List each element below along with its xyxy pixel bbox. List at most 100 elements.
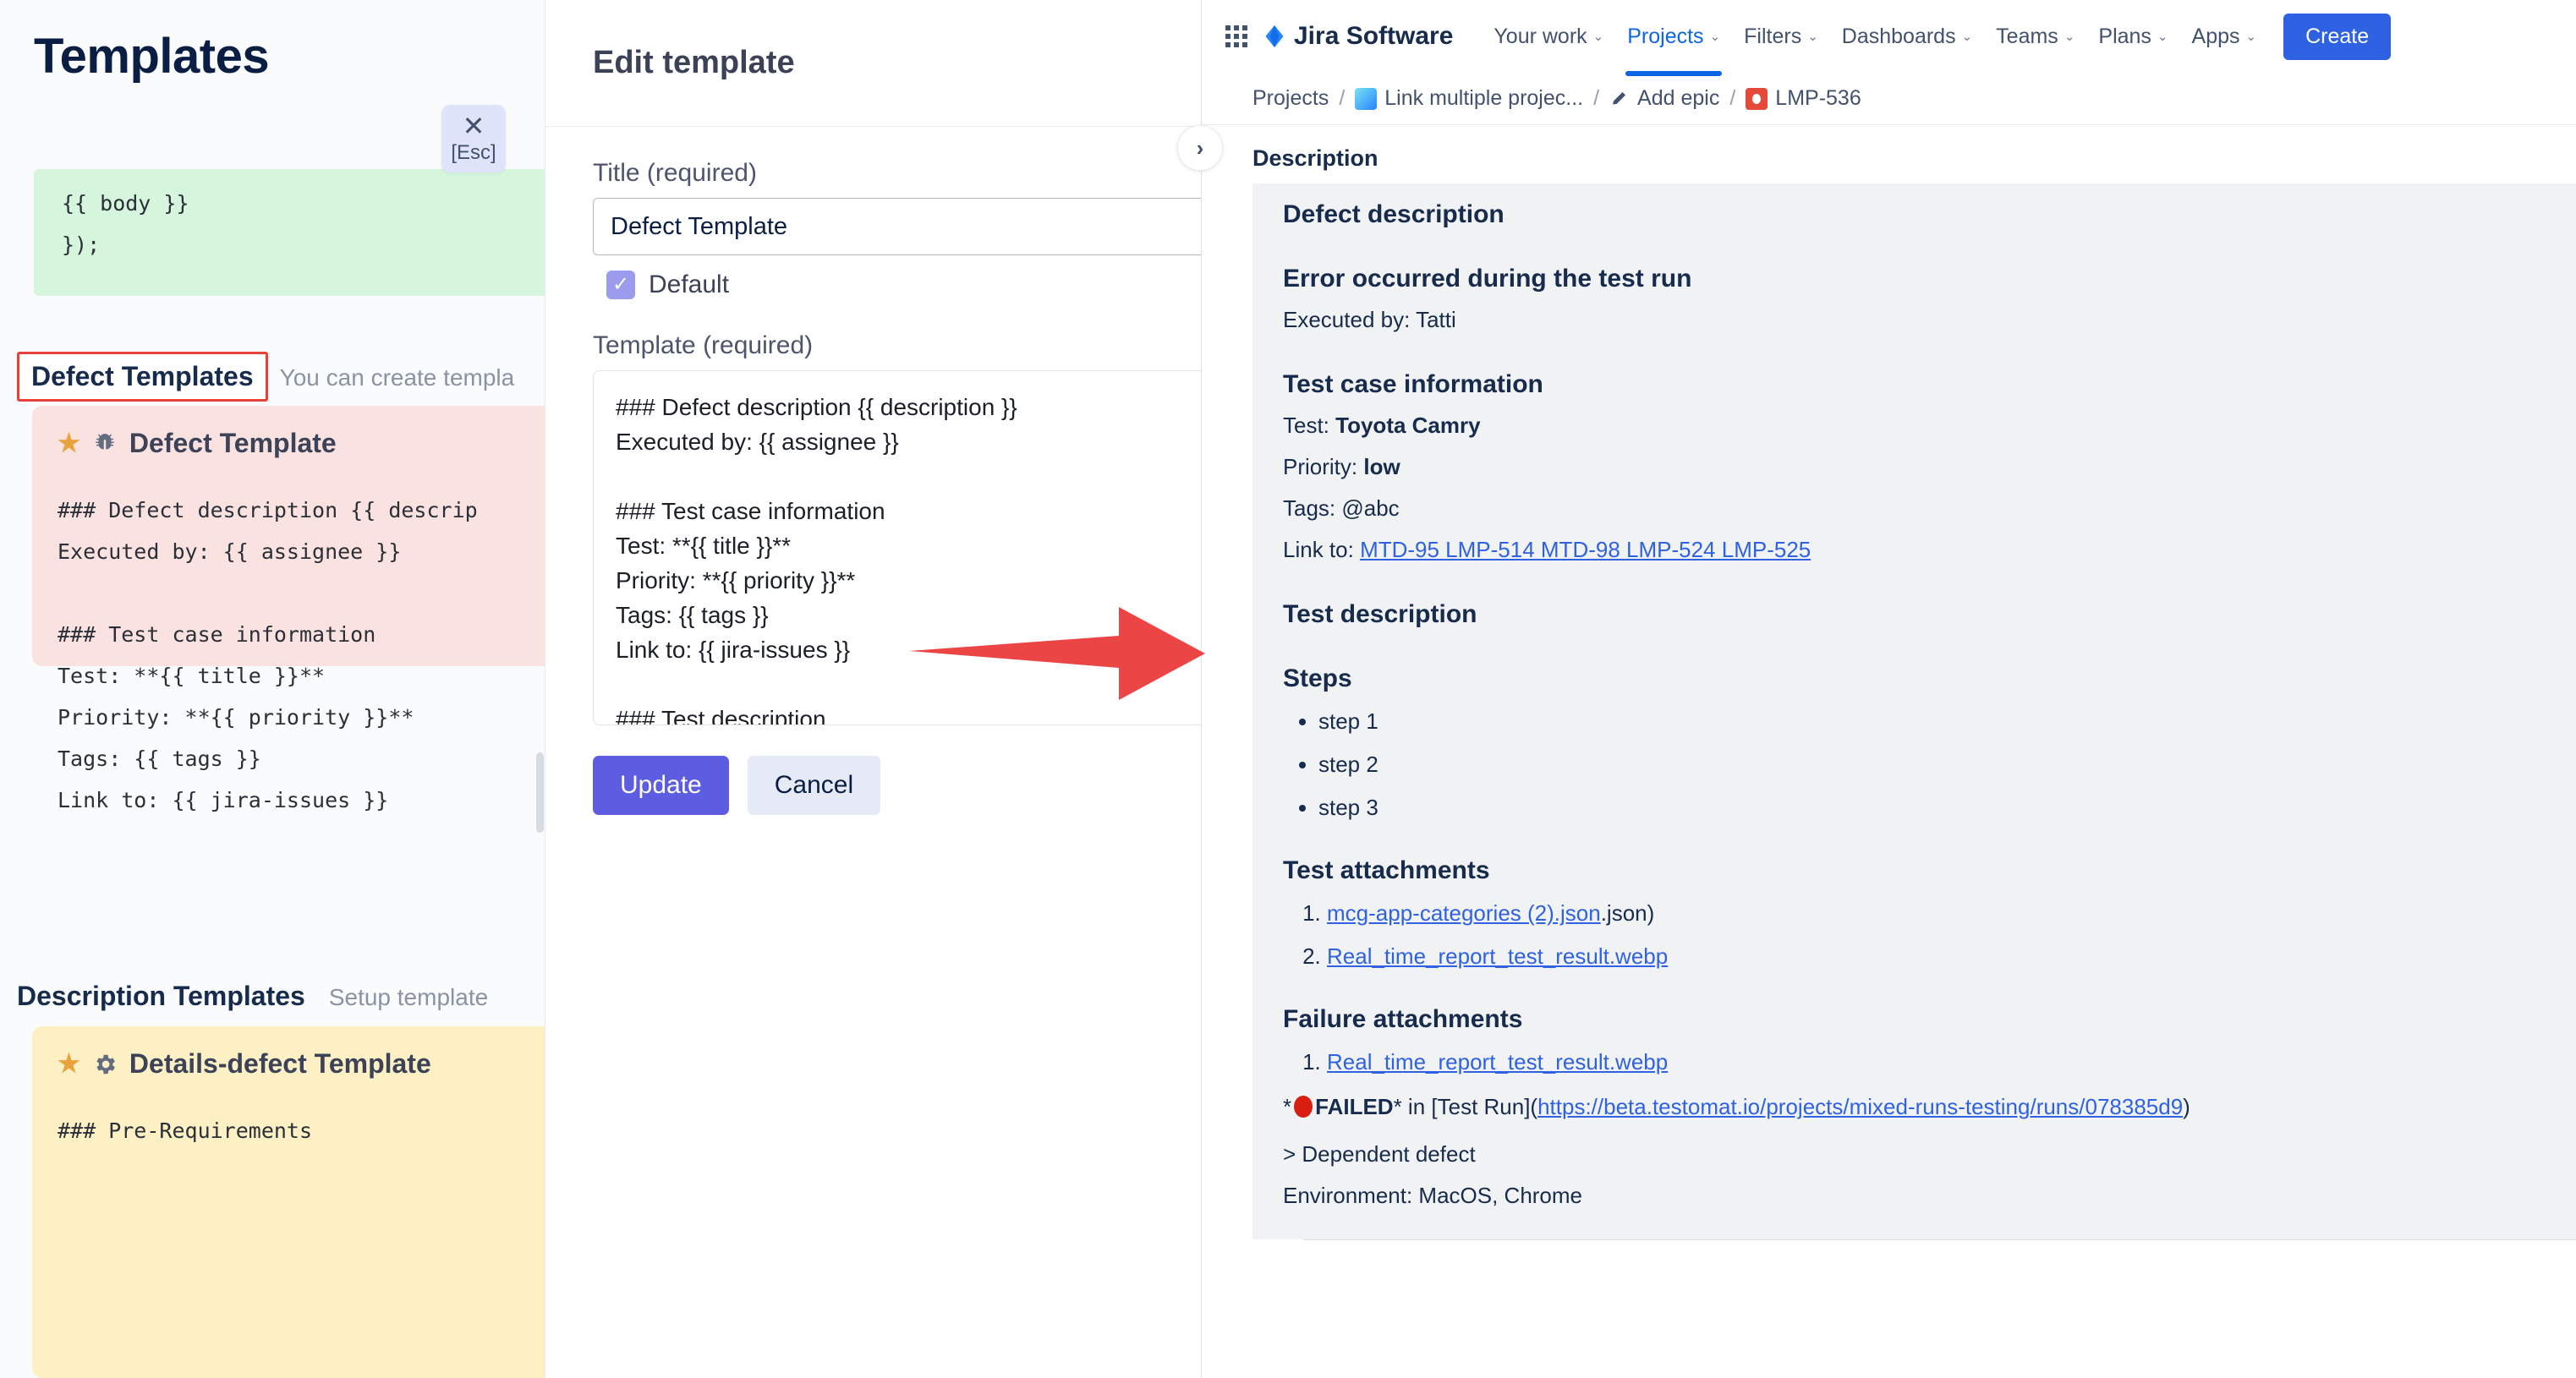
breadcrumb-epic[interactable]: Add epic: [1609, 86, 1719, 111]
gear-icon: [92, 1052, 118, 1077]
dependent-defect-line: > Dependent defect: [1283, 1140, 1476, 1167]
nav-apps[interactable]: Apps ⌄: [2180, 16, 2269, 57]
nav-your-work[interactable]: Your work ⌄: [1482, 16, 1615, 57]
list-item: step 3: [1318, 795, 2546, 821]
list-item: step 1: [1318, 708, 2546, 735]
red-circle-icon: [1294, 1096, 1313, 1118]
edit-template-title: Edit template: [593, 45, 795, 80]
details-defect-template-card[interactable]: ★ Details-defect Template ### Pre-Requir…: [32, 1026, 545, 1378]
details-template-card-header: ★ Details-defect Template: [58, 1048, 519, 1080]
environment-line: Environment: MacOS, Chrome: [1283, 1182, 1583, 1208]
failure-attachments-list: Real_time_report_test_result.webp: [1327, 1049, 2546, 1075]
form-actions: Update Cancel: [593, 756, 1201, 815]
annotation-arrow: [909, 607, 1205, 700]
list-item: Real_time_report_test_result.webp: [1327, 943, 2546, 970]
list-item: mcg-app-categories (2).json.json): [1327, 900, 2546, 927]
details-template-card-body: ### Pre-Requirements: [58, 1118, 313, 1143]
breadcrumb-separator: /: [1593, 86, 1600, 110]
test-run-url-link[interactable]: https://beta.testomat.io/projects/mixed-…: [1537, 1094, 2183, 1119]
failed-mid: * in [Test Run](: [1393, 1094, 1538, 1120]
nav-label: Filters: [1744, 24, 1802, 48]
test-attachments-list: mcg-app-categories (2).json.json) Real_t…: [1327, 900, 2546, 970]
chevron-down-icon: ⌄: [1592, 30, 1604, 44]
chevron-down-icon: ⌄: [1709, 30, 1721, 44]
list-item: Real_time_report_test_result.webp: [1327, 1049, 2546, 1075]
test-label: Test:: [1283, 413, 1336, 439]
attachment-link[interactable]: Real_time_report_test_result.webp: [1327, 943, 1668, 969]
list-item: step 2: [1318, 752, 2546, 778]
project-avatar-icon: [1355, 87, 1378, 110]
heading-test-attachments: Test attachments: [1283, 856, 1490, 885]
description-templates-subtitle[interactable]: Setup template: [329, 984, 488, 1011]
templates-panel: Templates {{ body }} }); Defect Template…: [0, 0, 545, 1378]
edit-template-header: Edit template: [545, 0, 1201, 127]
attachment-link[interactable]: Real_time_report_test_result.webp: [1327, 1049, 1668, 1075]
failed-suffix: ): [2183, 1094, 2190, 1120]
details-template-card-title: Details-defect Template: [129, 1048, 431, 1079]
star-icon[interactable]: ★: [58, 1051, 80, 1077]
jira-logo[interactable]: Jira Software: [1263, 22, 1453, 51]
breadcrumb-issue-key: LMP-536: [1775, 86, 1861, 110]
nav-label: Dashboards: [1841, 24, 1956, 48]
breadcrumb-project[interactable]: Link multiple projec...: [1355, 86, 1583, 111]
priority-line: Priority: low: [1283, 452, 2546, 482]
pencil-icon: [1613, 91, 1626, 104]
nav-label: Projects: [1627, 24, 1704, 48]
close-icon: ✕: [462, 111, 485, 141]
breadcrumb-separator: /: [1729, 86, 1736, 110]
link-to-line: Link to: MTD-95 LMP-514 MTD-98 LMP-524 L…: [1283, 535, 2546, 565]
screenshot-root: Templates {{ body }} }); Defect Template…: [0, 0, 2576, 1378]
defect-template-card[interactable]: ★ Defect Template ### Defect description…: [32, 406, 545, 812]
chevron-down-icon: ⌄: [2064, 30, 2075, 44]
test-value: Toyota Camry: [1335, 413, 1481, 439]
jira-top-nav: Jira Software Your work ⌄ Projects ⌄ Fil…: [1202, 0, 2576, 76]
template-field-label: Template (required): [593, 331, 814, 359]
nav-projects[interactable]: Projects ⌄: [1615, 16, 1732, 76]
priority-value: low: [1363, 454, 1400, 480]
left-panel-scrollbar[interactable]: [536, 752, 544, 833]
breadcrumb: Projects / Link multiple projec... / Add…: [1202, 73, 2576, 125]
defect-template-card-header: ★ Defect Template: [58, 428, 519, 459]
default-checkbox-label: Default: [649, 271, 730, 298]
chevron-down-icon: ⌄: [1807, 30, 1818, 44]
app-switcher-grid-icon[interactable]: [1225, 25, 1247, 47]
description-body[interactable]: Defect description Error occurred during…: [1252, 183, 2576, 1239]
default-checkbox-row[interactable]: ✓ Default: [606, 271, 1201, 299]
create-button[interactable]: Create: [2283, 13, 2392, 60]
jira-panel: Jira Software Your work ⌄ Projects ⌄ Fil…: [1201, 0, 2576, 1378]
page-title: Templates: [34, 29, 270, 84]
chevron-down-icon: ⌄: [2245, 30, 2257, 44]
chevron-down-icon: ⌄: [1961, 30, 1973, 44]
breadcrumb-projects[interactable]: Projects: [1252, 86, 1329, 111]
breadcrumb-issue[interactable]: LMP-536: [1746, 86, 1861, 111]
default-checkbox[interactable]: ✓: [606, 271, 635, 299]
heading-test-case-information: Test case information: [1283, 370, 1543, 399]
nav-teams[interactable]: Teams ⌄: [1984, 16, 2086, 57]
expand-panel-chevron-right-icon[interactable]: ›: [1177, 125, 1223, 171]
attachment-link[interactable]: mcg-app-categories (2).json: [1327, 900, 1601, 926]
heading-test-description: Test description: [1283, 600, 1477, 629]
defect-template-card-body: ### Defect description {{ descrip Execut…: [58, 498, 478, 812]
failed-test-run-line: * FAILED* in [Test Run](https://beta.test…: [1283, 1092, 2546, 1122]
nav-filters[interactable]: Filters ⌄: [1732, 16, 1830, 57]
update-button[interactable]: Update: [593, 756, 729, 815]
cancel-button[interactable]: Cancel: [747, 756, 881, 815]
breadcrumb-project-label: Link multiple projec...: [1384, 86, 1584, 110]
jira-diamond-icon: [1265, 25, 1284, 48]
heading-failure-attachments: Failure attachments: [1283, 1005, 1523, 1034]
priority-label: Priority:: [1283, 454, 1364, 480]
defect-template-card-title: Defect Template: [129, 428, 337, 458]
link-to-label: Link to:: [1283, 537, 1361, 563]
close-panel-button[interactable]: ✕ [Esc]: [441, 105, 506, 172]
nav-dashboards[interactable]: Dashboards ⌄: [1830, 16, 1984, 57]
section-divider: [1303, 1239, 2576, 1240]
nav-plans[interactable]: Plans ⌄: [2086, 16, 2179, 57]
linked-issues-link[interactable]: MTD-95 LMP-514 MTD-98 LMP-524 LMP-525: [1360, 537, 1811, 562]
heading-defect-description: Defect description: [1283, 200, 1504, 228]
nav-label: Apps: [2191, 24, 2240, 48]
chevron-down-icon: ⌄: [2157, 30, 2168, 44]
star-icon[interactable]: ★: [58, 430, 80, 457]
title-input[interactable]: [593, 198, 1201, 255]
attachment-suffix: .json): [1600, 900, 1655, 927]
breadcrumb-separator: /: [1339, 86, 1346, 110]
